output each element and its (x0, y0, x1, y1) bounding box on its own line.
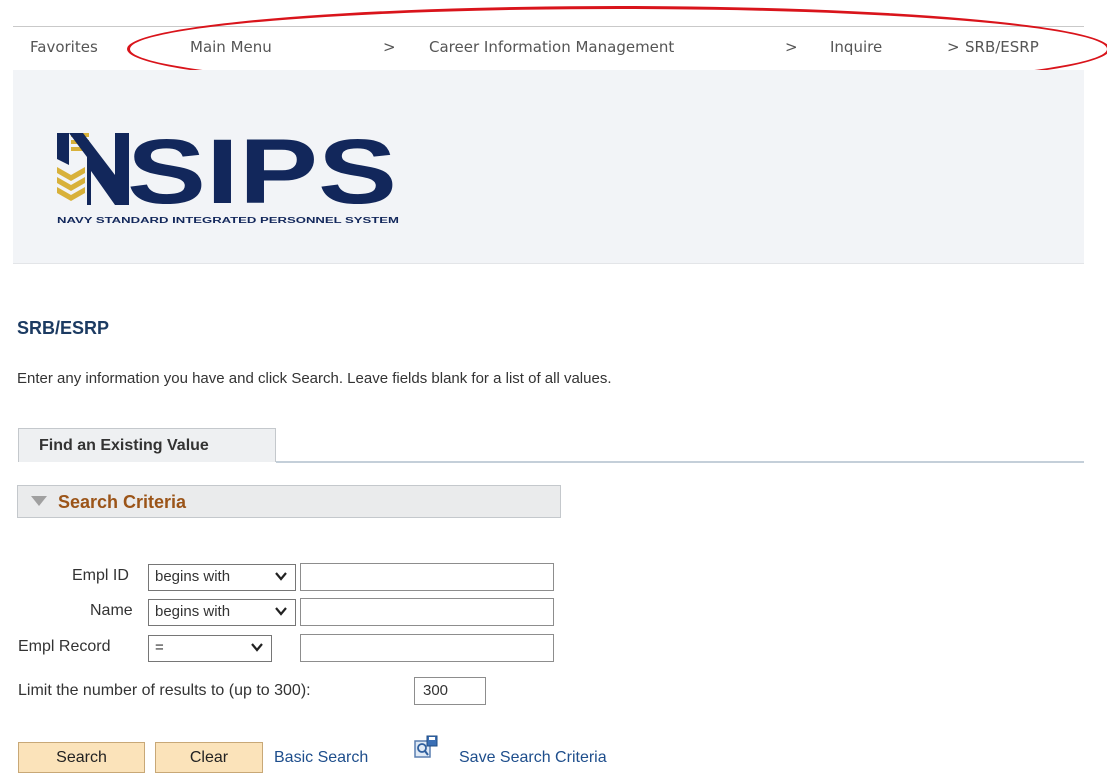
nsips-logo: SIPS NAVY STANDARD INTEGRATED PERSONNEL … (57, 123, 399, 225)
chevron-down-icon (251, 643, 263, 652)
breadcrumb-main-menu[interactable]: Main Menu (190, 38, 272, 56)
name-operator-value: begins with (155, 603, 231, 620)
empl-id-input[interactable] (300, 563, 554, 591)
search-button[interactable]: Search (18, 742, 145, 773)
breadcrumb-separator: > (947, 38, 960, 56)
page-title: SRB/ESRP (17, 318, 110, 338)
logo-wordmark: SIPS (127, 123, 397, 223)
chevron-down-icon (275, 607, 287, 616)
save-search-criteria-link[interactable]: Save Search Criteria (459, 749, 607, 767)
page-instructions: Enter any information you have and click… (17, 370, 612, 387)
header-banner: SIPS NAVY STANDARD INTEGRATED PERSONNEL … (13, 70, 1084, 264)
limit-results-input[interactable]: 300 (414, 677, 486, 705)
search-criteria-header[interactable]: Search Criteria (17, 485, 561, 518)
chevron-down-icon (275, 572, 287, 581)
tab-find-existing-value[interactable]: Find an Existing Value (18, 428, 276, 462)
tab-divider (276, 461, 1084, 463)
empl-record-label: Empl Record (18, 638, 111, 655)
breadcrumb-favorites[interactable]: Favorites (30, 38, 98, 56)
name-operator-select[interactable]: begins with (148, 599, 296, 626)
name-label: Name (90, 602, 133, 619)
breadcrumb-separator: > (785, 38, 798, 56)
breadcrumb-separator: > (383, 38, 396, 56)
collapse-triangle-icon[interactable] (31, 496, 47, 506)
save-search-icon[interactable] (414, 735, 438, 759)
breadcrumb-inquire[interactable]: Inquire (830, 38, 882, 56)
empl-id-label: Empl ID (72, 567, 129, 584)
empl-record-operator-select[interactable]: = (148, 635, 272, 662)
basic-search-link[interactable]: Basic Search (274, 749, 368, 767)
name-input[interactable] (300, 598, 554, 626)
limit-results-label: Limit the number of results to (up to 30… (18, 682, 311, 699)
search-criteria-title: Search Criteria (58, 492, 187, 512)
empl-id-operator-value: begins with (155, 568, 231, 585)
breadcrumb: Favorites Main Menu > Career Information… (13, 26, 1084, 69)
breadcrumb-srb-esrp[interactable]: SRB/ESRP (965, 38, 1039, 56)
logo-subtitle: NAVY STANDARD INTEGRATED PERSONNEL SYSTE… (57, 215, 399, 225)
empl-id-operator-select[interactable]: begins with (148, 564, 296, 591)
empl-record-input[interactable] (300, 634, 554, 662)
breadcrumb-career-information-management[interactable]: Career Information Management (429, 38, 674, 56)
clear-button[interactable]: Clear (155, 742, 263, 773)
empl-record-operator-value: = (155, 639, 164, 656)
